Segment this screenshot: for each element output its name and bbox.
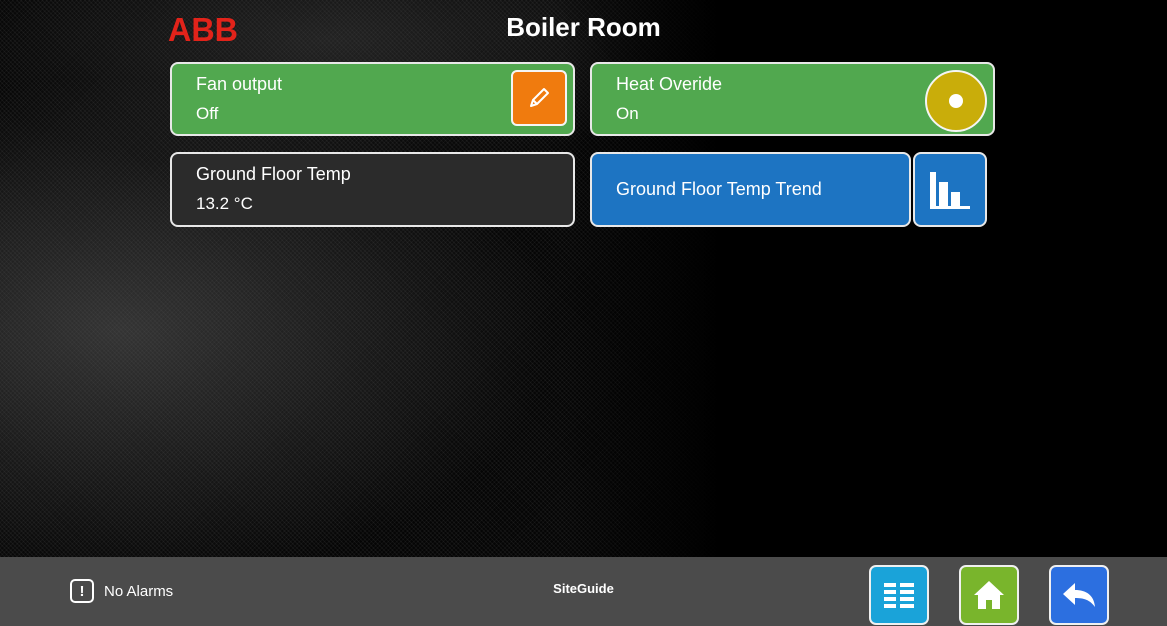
footer-bar: ! No Alarms SiteGuide — [0, 557, 1167, 626]
trend-label: Ground Floor Temp Trend — [616, 179, 822, 199]
heat-override-value: On — [616, 104, 639, 123]
fan-output-label: Fan output — [196, 74, 283, 94]
home-icon — [974, 581, 1004, 609]
fan-output-tile: Fan output Off — [170, 62, 575, 136]
back-arrow-icon — [1063, 583, 1095, 607]
ground-floor-temp-label: Ground Floor Temp — [196, 164, 351, 184]
page-title: Boiler Room — [506, 12, 661, 42]
pencil-icon — [530, 88, 549, 107]
home-button[interactable] — [959, 565, 1019, 625]
ground-floor-temp-tile: Ground Floor Temp 13.2 °C — [170, 152, 575, 227]
trend-chart-button[interactable] — [913, 152, 987, 227]
heat-override-tile: Heat Overide On — [590, 62, 995, 136]
heat-override-toggle[interactable] — [925, 70, 987, 132]
fan-output-value: Off — [196, 104, 219, 123]
ground-floor-temp-trend-tile[interactable]: Ground Floor Temp Trend — [590, 152, 911, 227]
heat-override-label: Heat Overide — [616, 74, 723, 94]
toggle-icon — [949, 94, 963, 108]
bar-chart-icon — [930, 171, 970, 209]
ground-floor-temp-value: 13.2 °C — [196, 194, 253, 213]
list-button[interactable] — [869, 565, 929, 625]
edit-button[interactable] — [511, 70, 567, 126]
back-button[interactable] — [1049, 565, 1109, 625]
list-icon — [884, 583, 914, 608]
